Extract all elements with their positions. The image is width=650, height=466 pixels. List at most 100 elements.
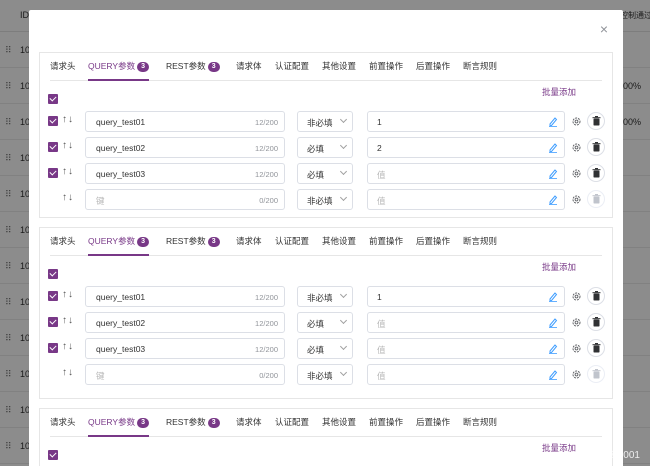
edit-icon[interactable] bbox=[548, 168, 558, 179]
tab-label: QUERY参数 bbox=[88, 61, 136, 71]
delete-row-button[interactable] bbox=[587, 190, 605, 208]
sort-arrows-icon[interactable]: ↑↓ bbox=[62, 289, 74, 300]
param-row: ↑↓ query_test01 12/200 非必填 1 bbox=[40, 286, 614, 307]
gear-icon[interactable] bbox=[571, 369, 582, 380]
select-all-checkbox[interactable] bbox=[48, 94, 58, 104]
tab-7[interactable]: 后置操作 bbox=[416, 409, 450, 437]
param-value-input[interactable]: 值 bbox=[367, 312, 565, 333]
tab-1[interactable]: QUERY参数 3 bbox=[88, 409, 150, 437]
select-all-checkbox[interactable] bbox=[48, 450, 58, 460]
delete-row-button[interactable] bbox=[587, 112, 605, 130]
tab-3[interactable]: 请求体 bbox=[236, 228, 262, 256]
param-name-input[interactable]: 键 0/200 bbox=[85, 364, 285, 385]
edit-icon[interactable] bbox=[548, 317, 558, 328]
sort-arrows-icon[interactable]: ↑↓ bbox=[62, 315, 74, 326]
tab-8[interactable]: 断言规则 bbox=[463, 53, 497, 81]
char-count: 12/200 bbox=[255, 319, 278, 328]
tab-4[interactable]: 认证配置 bbox=[275, 409, 309, 437]
delete-row-button[interactable] bbox=[587, 164, 605, 182]
required-select[interactable]: 必填 bbox=[297, 312, 353, 333]
tab-7[interactable]: 后置操作 bbox=[416, 228, 450, 256]
tab-2[interactable]: REST参数 3 bbox=[166, 53, 220, 81]
row-checkbox[interactable] bbox=[48, 142, 58, 152]
param-name-input[interactable]: query_test02 12/200 bbox=[85, 137, 285, 158]
required-select[interactable]: 必填 bbox=[297, 338, 353, 359]
param-name-text: query_test01 bbox=[96, 292, 146, 302]
param-value-input[interactable]: 值 bbox=[367, 364, 565, 385]
required-select[interactable]: 非必填 bbox=[297, 111, 353, 132]
param-value-input[interactable]: 值 bbox=[367, 338, 565, 359]
param-name-input[interactable]: query_test01 12/200 bbox=[85, 286, 285, 307]
tab-8[interactable]: 断言规则 bbox=[463, 228, 497, 256]
edit-icon[interactable] bbox=[548, 116, 558, 127]
gear-icon[interactable] bbox=[571, 343, 582, 354]
param-name-input[interactable]: query_test01 12/200 bbox=[85, 111, 285, 132]
sort-arrows-icon[interactable]: ↑↓ bbox=[62, 192, 74, 203]
tab-0[interactable]: 请求头 bbox=[50, 53, 76, 81]
row-checkbox[interactable] bbox=[48, 168, 58, 178]
sort-arrows-icon[interactable]: ↑↓ bbox=[62, 166, 74, 177]
gear-icon[interactable] bbox=[571, 291, 582, 302]
delete-row-button[interactable] bbox=[587, 138, 605, 156]
param-value-input[interactable]: 2 bbox=[367, 137, 565, 158]
param-name-input[interactable]: query_test03 12/200 bbox=[85, 163, 285, 184]
param-name-input[interactable]: query_test02 12/200 bbox=[85, 312, 285, 333]
delete-row-button[interactable] bbox=[587, 365, 605, 383]
gear-icon[interactable] bbox=[571, 116, 582, 127]
close-icon[interactable]: × bbox=[597, 22, 611, 36]
tab-5[interactable]: 其他设置 bbox=[322, 409, 356, 437]
select-all-checkbox[interactable] bbox=[48, 269, 58, 279]
batch-add-link[interactable]: 批量添加 bbox=[542, 86, 576, 98]
tab-1[interactable]: QUERY参数 3 bbox=[88, 228, 150, 256]
sort-arrows-icon[interactable]: ↑↓ bbox=[62, 140, 74, 151]
required-select[interactable]: 非必填 bbox=[297, 286, 353, 307]
param-name-input[interactable]: 键 0/200 bbox=[85, 189, 285, 210]
delete-row-button[interactable] bbox=[587, 313, 605, 331]
tab-6[interactable]: 前置操作 bbox=[369, 409, 403, 437]
tab-6[interactable]: 前置操作 bbox=[369, 53, 403, 81]
tab-1[interactable]: QUERY参数 3 bbox=[88, 53, 150, 81]
batch-add-link[interactable]: 批量添加 bbox=[542, 261, 576, 273]
tab-3[interactable]: 请求体 bbox=[236, 53, 262, 81]
gear-icon[interactable] bbox=[571, 194, 582, 205]
required-select[interactable]: 非必填 bbox=[297, 364, 353, 385]
tab-6[interactable]: 前置操作 bbox=[369, 228, 403, 256]
sort-arrows-icon[interactable]: ↑↓ bbox=[62, 114, 74, 125]
tab-3[interactable]: 请求体 bbox=[236, 409, 262, 437]
param-value-input[interactable]: 值 bbox=[367, 163, 565, 184]
delete-row-button[interactable] bbox=[587, 287, 605, 305]
param-value-input[interactable]: 1 bbox=[367, 286, 565, 307]
row-checkbox[interactable] bbox=[48, 291, 58, 301]
sort-arrows-icon[interactable]: ↑↓ bbox=[62, 341, 74, 352]
tab-0[interactable]: 请求头 bbox=[50, 409, 76, 437]
param-name-input[interactable]: query_test03 12/200 bbox=[85, 338, 285, 359]
tab-4[interactable]: 认证配置 bbox=[275, 228, 309, 256]
gear-icon[interactable] bbox=[571, 317, 582, 328]
gear-icon[interactable] bbox=[571, 142, 582, 153]
tab-2[interactable]: REST参数 3 bbox=[166, 228, 220, 256]
delete-row-button[interactable] bbox=[587, 339, 605, 357]
tab-5[interactable]: 其他设置 bbox=[322, 53, 356, 81]
sort-arrows-icon[interactable]: ↑↓ bbox=[62, 367, 74, 378]
gear-icon[interactable] bbox=[571, 168, 582, 179]
required-select[interactable]: 必填 bbox=[297, 137, 353, 158]
row-checkbox[interactable] bbox=[48, 343, 58, 353]
edit-icon[interactable] bbox=[548, 194, 558, 205]
param-value-input[interactable]: 值 bbox=[367, 189, 565, 210]
row-checkbox[interactable] bbox=[48, 116, 58, 126]
tab-8[interactable]: 断言规则 bbox=[463, 409, 497, 437]
edit-icon[interactable] bbox=[548, 343, 558, 354]
tab-0[interactable]: 请求头 bbox=[50, 228, 76, 256]
row-checkbox[interactable] bbox=[48, 317, 58, 327]
required-select[interactable]: 非必填 bbox=[297, 189, 353, 210]
edit-icon[interactable] bbox=[548, 291, 558, 302]
edit-icon[interactable] bbox=[548, 369, 558, 380]
tab-2[interactable]: REST参数 3 bbox=[166, 409, 220, 437]
tab-7[interactable]: 后置操作 bbox=[416, 53, 450, 81]
param-value-input[interactable]: 1 bbox=[367, 111, 565, 132]
tab-4[interactable]: 认证配置 bbox=[275, 53, 309, 81]
required-select[interactable]: 必填 bbox=[297, 163, 353, 184]
tab-label: QUERY参数 bbox=[88, 417, 136, 427]
tab-5[interactable]: 其他设置 bbox=[322, 228, 356, 256]
edit-icon[interactable] bbox=[548, 142, 558, 153]
